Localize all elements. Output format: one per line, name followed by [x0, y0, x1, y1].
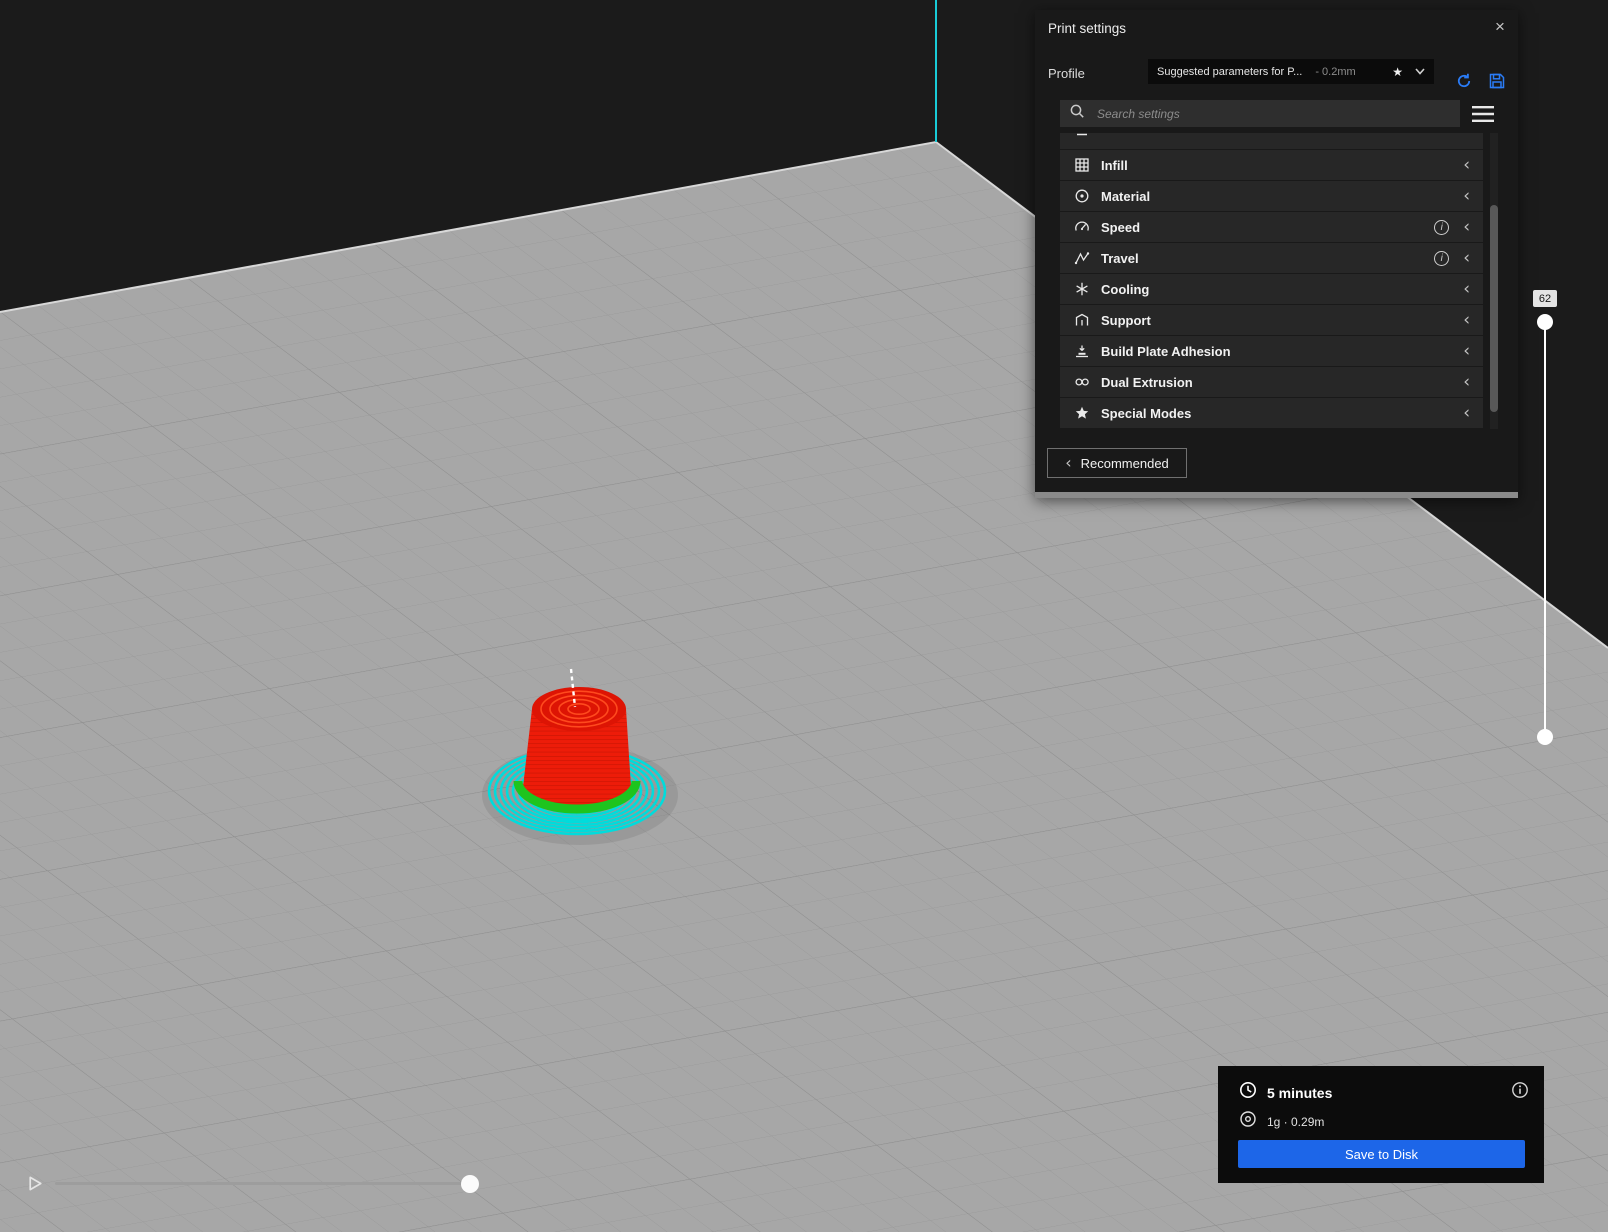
category-label: Travel	[1101, 250, 1139, 266]
layer-slider-track[interactable]	[1544, 322, 1546, 737]
recommended-label: Recommended	[1080, 455, 1169, 471]
category-row-speed[interactable]: Speed i ‹	[1060, 212, 1483, 242]
cura-preview-window: Print settings × Profile Suggested param…	[0, 0, 1608, 1232]
info-icon[interactable]: i	[1434, 250, 1450, 266]
speed-icon	[1074, 219, 1090, 235]
category-row-material[interactable]: Material ‹	[1060, 181, 1483, 211]
settings-category-list: Infill ‹ Material ‹ Speed i ‹ Travel i ‹…	[1060, 133, 1483, 429]
recommended-button[interactable]: ‹ Recommended	[1047, 448, 1187, 478]
chevron-left-icon: ‹	[1463, 403, 1470, 423]
chevron-left-icon: ‹	[1463, 217, 1470, 237]
category-row-support[interactable]: Support ‹	[1060, 305, 1483, 335]
category-label: Dual Extrusion	[1101, 374, 1193, 390]
profile-value: Suggested parameters for P...	[1157, 65, 1303, 78]
material-usage: 1g · 0.29m	[1267, 1114, 1325, 1129]
chevron-left-icon: ‹	[1463, 248, 1470, 268]
category-label: Speed	[1101, 219, 1141, 235]
infill-icon	[1074, 157, 1090, 173]
print-settings-panel: Print settings × Profile Suggested param…	[1035, 10, 1518, 498]
category-label: Cooling	[1101, 281, 1150, 297]
profile-dropdown[interactable]: Suggested parameters for P... - 0.2mm ★	[1148, 59, 1434, 84]
save-to-disk-button[interactable]: Save to Disk	[1238, 1140, 1525, 1168]
category-row-cooling[interactable]: Cooling ‹	[1060, 274, 1483, 304]
chevron-left-icon: ‹	[1463, 310, 1470, 330]
play-icon[interactable]	[26, 1174, 45, 1193]
category-label: Special Modes	[1101, 405, 1192, 421]
info-icon[interactable]	[1511, 1081, 1529, 1099]
category-label: Infill	[1101, 157, 1128, 173]
material-spool-icon	[1239, 1110, 1257, 1133]
search-settings-field[interactable]	[1060, 100, 1460, 127]
chevron-left-icon: ‹	[1463, 341, 1470, 361]
category-row-dual-extrusion[interactable]: Dual Extrusion ‹	[1060, 367, 1483, 397]
chevron-left-icon: ‹	[1463, 155, 1470, 175]
profile-variant: - 0.2mm	[1315, 65, 1356, 78]
build-plate-adhesion-icon	[1074, 343, 1090, 359]
chevron-left-icon: ‹	[1463, 186, 1470, 206]
clock-icon	[1239, 1081, 1257, 1104]
special-modes-icon	[1074, 405, 1090, 421]
info-icon[interactable]: i	[1434, 219, 1450, 235]
chevron-left-icon: ‹	[1065, 453, 1072, 472]
chevron-left-icon: ‹	[1463, 279, 1470, 299]
clipped-icon	[1074, 133, 1090, 144]
simulation-timeline-handle[interactable]	[461, 1175, 479, 1193]
category-label: Support	[1101, 312, 1151, 328]
chevron-down-icon	[1415, 68, 1425, 75]
category-row-infill[interactable]: Infill ‹	[1060, 150, 1483, 180]
print-time: 5 minutes	[1267, 1084, 1333, 1101]
panel-resize-handle[interactable]	[1035, 492, 1518, 498]
search-input[interactable]	[1095, 105, 1451, 122]
settings-menu-icon[interactable]	[1471, 105, 1495, 123]
save-profile-icon[interactable]	[1488, 72, 1506, 90]
dual-extrusion-icon	[1074, 374, 1090, 390]
reset-profile-icon[interactable]	[1455, 72, 1473, 90]
star-icon: ★	[1392, 64, 1403, 79]
category-row-partial[interactable]	[1060, 133, 1483, 149]
layer-number-badge: 62	[1533, 290, 1557, 307]
settings-scrollbar-thumb[interactable]	[1490, 205, 1498, 412]
layer-slider-lower-handle[interactable]	[1537, 729, 1553, 745]
layer-slider-upper-handle[interactable]	[1537, 314, 1553, 330]
category-row-travel[interactable]: Travel i ‹	[1060, 243, 1483, 273]
simulation-timeline-track[interactable]	[55, 1182, 479, 1185]
travel-icon	[1074, 250, 1090, 266]
profile-label: Profile	[1048, 66, 1085, 81]
category-label: Build Plate Adhesion	[1101, 343, 1231, 359]
category-row-special-modes[interactable]: Special Modes ‹	[1060, 398, 1483, 428]
panel-title: Print settings	[1048, 21, 1127, 36]
cooling-icon	[1074, 281, 1090, 297]
support-icon	[1074, 312, 1090, 328]
chevron-left-icon: ‹	[1463, 372, 1470, 392]
category-row-build-plate-adhesion[interactable]: Build Plate Adhesion ‹	[1060, 336, 1483, 366]
search-icon	[1069, 103, 1086, 125]
category-label: Material	[1101, 188, 1151, 204]
close-icon[interactable]: ×	[1490, 17, 1510, 37]
material-icon	[1074, 188, 1090, 204]
job-summary-box: 5 minutes 1g · 0.29m Save to Disk	[1218, 1066, 1544, 1183]
settings-scrollbar[interactable]	[1490, 133, 1498, 429]
